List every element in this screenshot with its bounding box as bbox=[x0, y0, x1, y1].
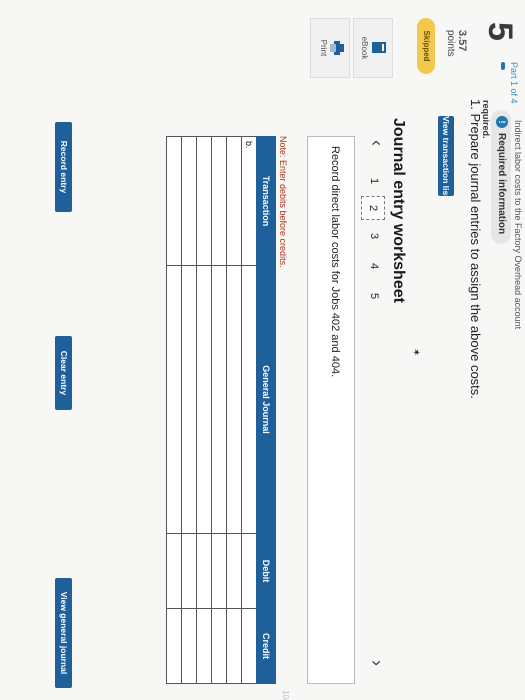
table-row bbox=[181, 136, 197, 684]
points-label: points bbox=[445, 30, 456, 57]
header-credit: Credit bbox=[256, 608, 276, 684]
transaction-cell bbox=[196, 136, 212, 266]
table-row bbox=[226, 136, 242, 684]
truncated-scenario-text: Indirect labor costs to the Factory Over… bbox=[513, 120, 523, 330]
required-information-label: Required information bbox=[496, 133, 507, 235]
debits-note: Note: Enter debits before credits. bbox=[278, 136, 288, 268]
table-row bbox=[211, 136, 227, 684]
question-page: 5 Part 1 of 4 3.57 points Skipped eBook … bbox=[0, 0, 525, 700]
account-select[interactable] bbox=[226, 265, 242, 534]
question-number: 5 bbox=[481, 22, 519, 41]
credit-input[interactable] bbox=[226, 608, 242, 684]
ebook-button[interactable]: eBook bbox=[353, 18, 393, 78]
next-arrow-icon[interactable]: › bbox=[366, 660, 387, 666]
points-value: 3.57 bbox=[456, 30, 468, 52]
transaction-cell bbox=[181, 136, 197, 266]
question-prompt: 1. Prepare journal entries to assign the… bbox=[468, 99, 483, 399]
printer-icon bbox=[330, 41, 344, 55]
page-3[interactable]: 3 bbox=[363, 225, 385, 247]
view-general-journal-button[interactable]: View general journal bbox=[55, 578, 72, 688]
page-5[interactable]: 5 bbox=[363, 285, 385, 307]
account-select[interactable] bbox=[241, 265, 257, 534]
debit-input[interactable] bbox=[211, 533, 227, 609]
transaction-cell bbox=[166, 136, 182, 266]
page-1[interactable]: 1 bbox=[363, 170, 385, 192]
debit-input[interactable] bbox=[226, 533, 242, 609]
debit-input[interactable] bbox=[241, 533, 257, 609]
worksheet-title: Journal entry worksheet bbox=[390, 118, 407, 303]
debit-input[interactable] bbox=[196, 533, 212, 609]
ebook-label: eBook bbox=[360, 36, 369, 60]
header-general-journal: General Journal bbox=[256, 265, 276, 534]
points-display: 3.57 points bbox=[445, 30, 468, 57]
account-select[interactable] bbox=[196, 265, 212, 534]
journal-entry-table: Transaction General Journal Debit Credit… bbox=[166, 136, 276, 684]
clear-entry-button[interactable]: Clear entry bbox=[55, 336, 72, 410]
info-icon: ! bbox=[495, 116, 508, 128]
debit-input[interactable] bbox=[166, 533, 182, 609]
account-select[interactable] bbox=[181, 265, 197, 534]
table-row bbox=[166, 136, 182, 684]
credit-input[interactable] bbox=[181, 608, 197, 684]
part-progress-bar bbox=[501, 62, 505, 70]
record-entry-button[interactable]: Record entry bbox=[55, 122, 72, 212]
header-transaction: Transaction bbox=[256, 136, 276, 266]
book-icon bbox=[372, 42, 386, 53]
credit-input[interactable] bbox=[166, 608, 182, 684]
cursor-marker: ✶ bbox=[410, 348, 421, 357]
print-button[interactable]: Print bbox=[310, 18, 350, 78]
page-4[interactable]: 4 bbox=[363, 255, 385, 277]
account-select[interactable] bbox=[211, 265, 227, 534]
debit-input[interactable] bbox=[181, 533, 197, 609]
previous-arrow-icon[interactable]: ‹ bbox=[366, 140, 387, 146]
skipped-badge: Skipped bbox=[417, 18, 435, 74]
transaction-cell: b. bbox=[241, 136, 257, 266]
credit-input[interactable] bbox=[196, 608, 212, 684]
transaction-description: Record direct labor costs for Jobs 402 a… bbox=[329, 146, 341, 378]
table-row bbox=[196, 136, 212, 684]
credit-input[interactable] bbox=[211, 608, 227, 684]
transaction-cell bbox=[226, 136, 242, 266]
account-select[interactable] bbox=[166, 265, 182, 534]
transaction-cell bbox=[211, 136, 227, 266]
required-information-toggle[interactable]: ! Required information bbox=[491, 110, 511, 245]
credit-input[interactable] bbox=[241, 608, 257, 684]
table-row: b. bbox=[241, 136, 257, 684]
part-indicator: Part 1 of 4 bbox=[509, 62, 519, 104]
print-label: Print bbox=[319, 39, 328, 57]
view-transaction-list-button[interactable]: View transaction list bbox=[438, 116, 454, 198]
page-2[interactable]: 2 bbox=[361, 196, 385, 220]
header-debit: Debit bbox=[256, 533, 276, 609]
watermark-text: 10/03 bbox=[281, 690, 290, 700]
